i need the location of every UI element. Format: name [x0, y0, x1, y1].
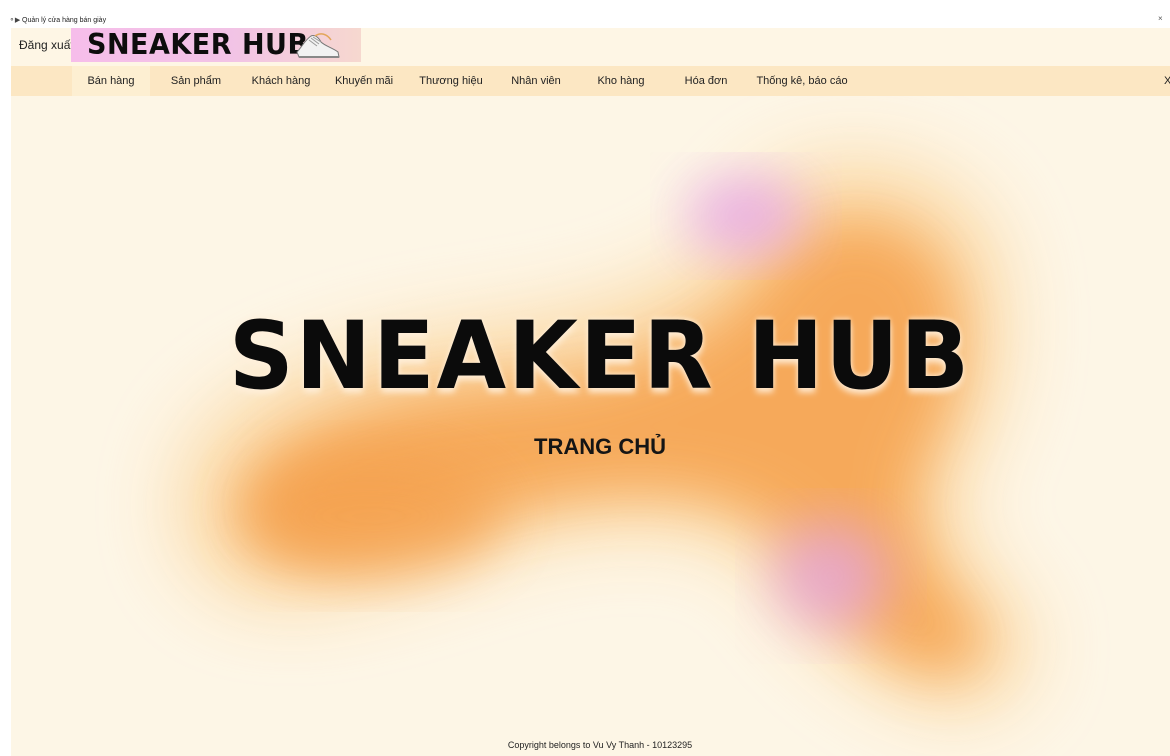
menu-item-nhan-vien[interactable]: Nhân viên [497, 66, 575, 96]
app-window: ⚬▶ Quản lý cửa hàng bán giày × Đăng xuất… [0, 0, 1170, 756]
menu-item-san-pham[interactable]: Sản phẩm [157, 66, 235, 96]
logo-text: SNEAKER HUB [87, 29, 309, 62]
menu-close-button[interactable]: X [1164, 66, 1170, 96]
logout-button[interactable]: Đăng xuất [19, 38, 74, 52]
hero-subtitle: TRANG CHỦ [534, 434, 666, 459]
menu-item-ban-hang[interactable]: Bán hàng [72, 66, 150, 96]
menu-item-thong-ke-bao-cao[interactable]: Thống kê, báo cáo [747, 66, 857, 96]
menu-item-kho-hang[interactable]: Kho hàng [582, 66, 660, 96]
sneaker-icon [296, 33, 340, 58]
header-bar: Đăng xuất SNEAKER HUB [11, 28, 1170, 66]
window-title: Quản lý cửa hàng bán giày [22, 17, 107, 24]
menu-item-khach-hang[interactable]: Khách hàng [242, 66, 320, 96]
menu-item-hoa-don[interactable]: Hóa đơn [667, 66, 745, 96]
menu-item-khuyen-mai[interactable]: Khuyến mãi [325, 66, 403, 96]
copyright-text: Copyright belongs to Vu Vy Thanh - 10123… [507, 740, 693, 750]
menu-bar: Bán hàng Sản phẩm Khách hàng Khuyến mãi … [11, 66, 1170, 96]
menu-item-thuong-hieu[interactable]: Thương hiệu [411, 66, 491, 96]
home-panel: SNEAKER HUB TRANG CHỦ Copyright belongs … [11, 96, 1170, 756]
gradient-blob-background [178, 161, 1029, 711]
logo-banner: SNEAKER HUB [71, 28, 361, 62]
hero-title: SNEAKER HUB [228, 301, 972, 412]
title-bar: ⚬▶ Quản lý cửa hàng bán giày × [0, 0, 1170, 28]
shoe-app-icon: ⚬▶ [9, 17, 21, 24]
window-close-icon[interactable]: × [1158, 14, 1163, 23]
